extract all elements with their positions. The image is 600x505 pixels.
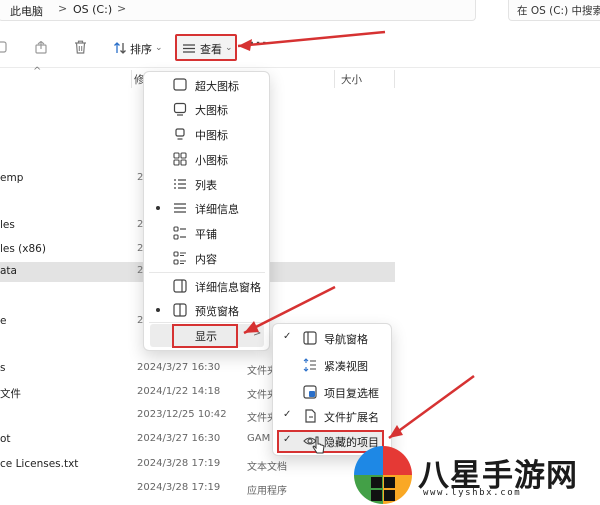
address-bar[interactable] xyxy=(0,0,476,21)
command-bar xyxy=(0,24,600,68)
file-name: s xyxy=(0,362,6,374)
file-type: 应用程序 xyxy=(247,486,287,497)
delete-icon[interactable] xyxy=(74,40,87,54)
sort-button-label[interactable]: 排序 xyxy=(130,41,152,57)
file-name: les (x86) xyxy=(0,243,46,255)
column-separator[interactable] xyxy=(131,70,132,88)
submenu-item-label: 导航窗格 xyxy=(324,333,368,346)
medium-icons-icon xyxy=(175,128,185,140)
tiles-icon xyxy=(173,226,186,240)
menu-item-label: 内容 xyxy=(195,253,217,266)
compact-view-icon xyxy=(303,358,316,372)
address-row: 此电脑 > OS (C:) > 在 OS (C:) 中搜索 xyxy=(0,0,600,22)
breadcrumb-this-pc[interactable]: 此电脑 xyxy=(10,3,43,19)
breadcrumb-separator[interactable]: > xyxy=(58,2,67,15)
file-name: ata xyxy=(0,265,17,277)
chevron-down-icon[interactable]: ⌄ xyxy=(225,43,233,53)
details-icon xyxy=(174,203,186,213)
file-name: emp xyxy=(0,172,24,184)
chevron-down-icon[interactable]: ⌄ xyxy=(155,43,163,53)
menu-item-label: 详细信息窗格 xyxy=(195,281,261,294)
menu-divider xyxy=(149,272,265,273)
menu-item-label: 预览窗格 xyxy=(195,305,239,318)
checkmark-icon: ✓ xyxy=(283,409,292,420)
file-name: 文件 xyxy=(0,388,21,400)
file-name: les xyxy=(0,219,15,231)
checkbox-icon xyxy=(303,385,317,399)
selected-dot-icon xyxy=(156,206,160,210)
file-date: 2024/3/28 17:19 xyxy=(137,458,221,469)
table-row[interactable]: 2024/3/28 17:19 应用程序 xyxy=(0,479,395,499)
more-options-button[interactable]: ··· xyxy=(249,36,268,52)
submenu-item-label: 项目复选框 xyxy=(324,387,379,400)
checkmark-icon: ✓ xyxy=(283,434,292,445)
sort-icon[interactable] xyxy=(113,41,127,55)
nav-pane-icon xyxy=(303,331,317,345)
search-input[interactable]: 在 OS (C:) 中搜索 xyxy=(517,3,600,18)
table-row[interactable]: ce Licenses.txt 2024/3/28 17:19 文本文档 xyxy=(0,455,395,475)
details-pane-icon xyxy=(173,279,187,293)
menu-item-label: 小图标 xyxy=(195,154,228,167)
large-icons-icon xyxy=(173,102,187,116)
xl-icons-icon xyxy=(173,78,187,91)
view-icon xyxy=(183,44,195,53)
file-date: 2023/12/25 10:42 xyxy=(137,409,227,420)
column-separator[interactable] xyxy=(334,70,335,88)
file-type: 文本文档 xyxy=(247,462,287,473)
file-name: ce Licenses.txt xyxy=(0,458,79,470)
menu-item-label: 详细信息 xyxy=(195,203,239,216)
breadcrumb-separator[interactable]: > xyxy=(117,2,126,15)
menu-item-label: 平铺 xyxy=(195,228,217,241)
menu-item-label: 超大图标 xyxy=(195,80,239,93)
menu-item-label: 显示 xyxy=(195,330,217,343)
menu-item-label: 中图标 xyxy=(195,129,228,142)
breadcrumb-os-c[interactable]: OS (C:) xyxy=(73,3,112,16)
selected-dot-icon xyxy=(156,308,160,312)
file-date: 2024/3/27 16:30 xyxy=(137,433,221,444)
menu-item-label: 列表 xyxy=(195,179,217,192)
menu-divider xyxy=(149,322,265,323)
file-date: 2024/1/22 14:18 xyxy=(137,386,221,397)
file-name: ot xyxy=(0,433,11,445)
mouse-cursor-icon xyxy=(312,436,325,454)
rename-icon[interactable] xyxy=(0,41,10,54)
file-date: 2024/3/28 17:19 xyxy=(137,482,221,493)
menu-item-label: 大图标 xyxy=(195,104,228,117)
column-separator[interactable] xyxy=(394,70,395,88)
column-header-size[interactable]: 大小 xyxy=(341,72,362,87)
sort-up-chevron-icon: ^ xyxy=(33,66,42,77)
list-icon xyxy=(174,179,186,189)
watermark-url: www.lyshbx.com xyxy=(423,488,522,498)
view-button-label[interactable]: 查看 xyxy=(200,41,222,57)
share-icon[interactable] xyxy=(35,41,49,54)
submenu-item-label: 文件扩展名 xyxy=(324,411,379,424)
submenu-item-label: 紧凑视图 xyxy=(324,360,368,373)
watermark-logo-icon xyxy=(354,446,412,504)
file-date: 2024/3/27 16:30 xyxy=(137,362,221,373)
preview-pane-icon xyxy=(173,303,187,317)
file-name: e xyxy=(0,315,7,327)
file-ext-icon xyxy=(305,409,316,423)
checkmark-icon: ✓ xyxy=(283,331,292,342)
chevron-right-icon: > xyxy=(253,328,262,339)
content-icon xyxy=(173,251,186,265)
small-icons-icon xyxy=(173,152,187,166)
